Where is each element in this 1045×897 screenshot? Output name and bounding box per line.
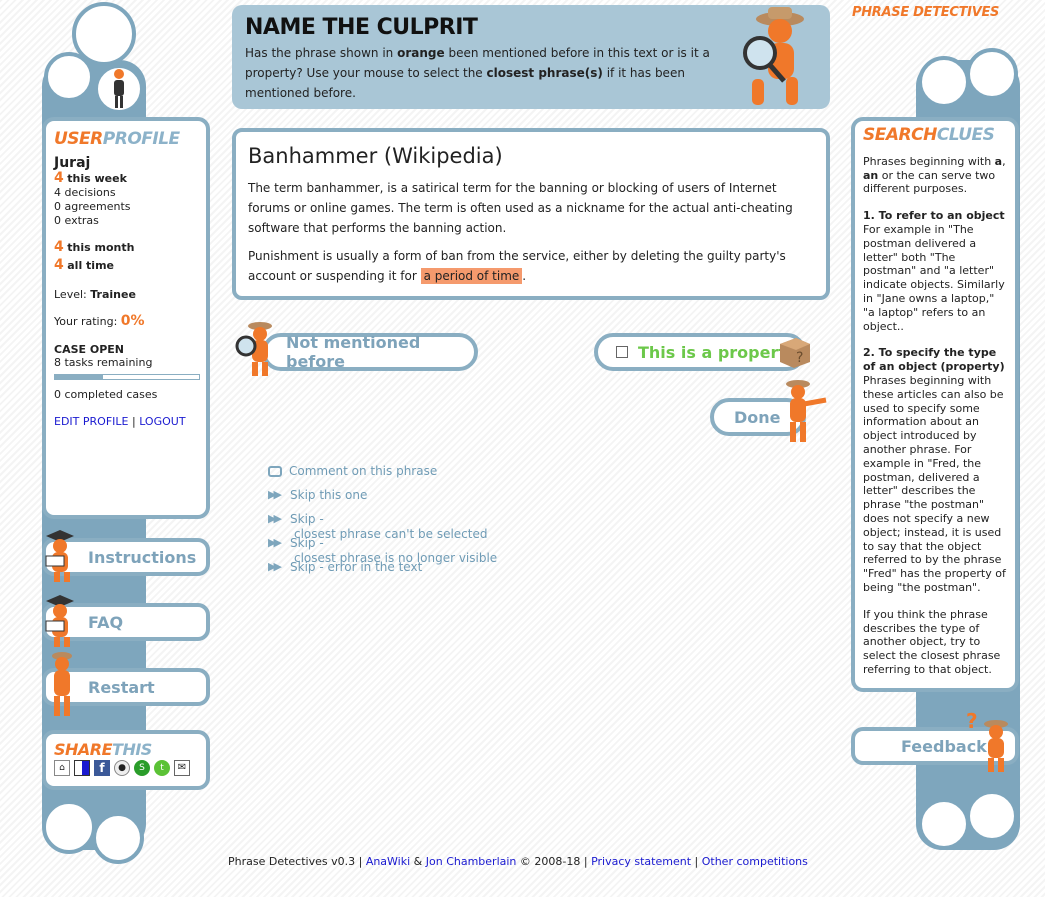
not-mentioned-button[interactable]: Not mentioned before (262, 333, 478, 371)
footer: Phrase Detectives v0.3 | AnaWiki & Jon C… (228, 855, 808, 868)
extras-stat: 0 extras (54, 214, 99, 227)
search-clues-title: SEARCHCLUES (863, 125, 995, 145)
other-competitions-link[interactable]: Other competitions (702, 855, 808, 868)
logout-link[interactable]: LOGOUT (139, 415, 185, 428)
clues-heading-1: 1. To refer to an object (863, 209, 1005, 223)
user-name: Juraj (54, 155, 91, 171)
task-title: NAME THE CULPRIT (245, 15, 478, 40)
task-header: NAME THE CULPRIT Has the phrase shown in… (232, 5, 830, 109)
user-profile-title: USERPROFILE (54, 129, 180, 149)
jon-chamberlain-link[interactable]: Jon Chamberlain (426, 855, 517, 868)
document-title: Banhammer (Wikipedia) (248, 144, 503, 168)
rating: Your rating: 0% (54, 313, 145, 329)
detective-magnifier-icon (234, 320, 280, 381)
reddit-icon[interactable]: ● (114, 760, 130, 776)
facebook-icon[interactable]: f (94, 760, 110, 776)
completed-cases: 0 completed cases (54, 388, 158, 401)
delicious-icon[interactable] (74, 760, 90, 776)
decor-bubble (92, 812, 144, 864)
document-paragraph[interactable]: The term banhammer, is a satirical term … (248, 178, 814, 238)
svg-text:?: ? (796, 350, 803, 366)
done-label: Done (734, 407, 781, 427)
property-label: This is a property (638, 342, 797, 362)
detective-question-icon: ? (962, 709, 1018, 777)
double-arrow-icon: ▶▶ (268, 488, 282, 501)
case-progress-fill (55, 375, 103, 379)
decisions-stat: 4 decisions (54, 186, 116, 199)
comment-link[interactable]: Comment on this phrase (268, 464, 437, 478)
property-checkbox[interactable] (616, 346, 628, 358)
clues-text-2: Phrases beginning with these articles ca… (863, 373, 1006, 594)
case-status: CASE OPEN (54, 343, 124, 356)
alltime-stat: 4 all time (54, 257, 114, 273)
clues-intro: Phrases beginning with a, an or the can … (863, 154, 1006, 196)
clues-text-1: For example in "The postman delivered a … (863, 222, 1005, 333)
graduate-reading-icon (42, 591, 86, 652)
decor-bubble (42, 800, 96, 854)
agreements-stat: 0 agreements (54, 200, 131, 213)
profile-links: EDIT PROFILE | LOGOUT (54, 415, 186, 428)
decor-bubble (966, 48, 1018, 100)
site-logo[interactable]: PHRASE DETECTIVES (852, 5, 999, 20)
share-panel: SHARETHIS ⌂ f ● S t ✉ (42, 730, 210, 790)
target-phrase[interactable]: a period of time (420, 268, 523, 284)
week-stat: 4 this week (54, 170, 127, 186)
share-title: SHARETHIS (54, 740, 152, 759)
share-icons: ⌂ f ● S t ✉ (54, 760, 198, 776)
clues-text-3: If you think the phrase describes the ty… (863, 607, 1001, 676)
case-progress-bar (54, 374, 200, 380)
restart-label: Restart (88, 677, 155, 697)
avatar (110, 68, 128, 110)
not-mentioned-label: Not mentioned before (286, 333, 421, 371)
technorati-icon[interactable]: t (154, 760, 170, 776)
detective-pointing-icon (780, 378, 830, 449)
privacy-link[interactable]: Privacy statement (591, 855, 691, 868)
double-arrow-icon: ▶▶ (268, 560, 282, 573)
document-paragraph[interactable]: Punishment is usually a form of ban from… (248, 246, 814, 286)
box-icon: ? (776, 334, 812, 373)
comment-icon (268, 466, 282, 477)
skip-this-one-link[interactable]: ▶▶ Skip this one (268, 488, 367, 502)
decor-bubble (966, 790, 1018, 842)
detective-standing-icon (48, 650, 78, 721)
task-instructions: Has the phrase shown in orange been ment… (245, 46, 710, 100)
clues-heading-2: 2. To specify the type of an object (pro… (863, 346, 1005, 374)
instructions-label: Instructions (88, 547, 197, 567)
svg-text:?: ? (966, 710, 978, 733)
tasks-remaining: 8 tasks remaining (54, 356, 153, 369)
level: Level: Trainee (54, 288, 136, 301)
user-profile-panel: USERPROFILE Juraj 4 this week 4 decision… (42, 117, 210, 519)
detective-magnifier-figure (732, 5, 822, 112)
stumbleupon-icon[interactable]: S (134, 760, 150, 776)
decor-bubble (918, 798, 970, 850)
email-icon[interactable]: ✉ (174, 760, 190, 776)
decor-bubble (918, 56, 970, 108)
search-clues-panel: SEARCHCLUES Phrases beginning with a, an… (851, 117, 1019, 692)
skip-error-link[interactable]: ▶▶ Skip - error in the text (268, 560, 422, 574)
digg-icon[interactable]: ⌂ (54, 760, 70, 776)
graduate-reading-icon (42, 526, 86, 587)
edit-profile-link[interactable]: EDIT PROFILE (54, 415, 128, 428)
property-button[interactable]: This is a property (594, 333, 806, 371)
decor-bubble (44, 52, 94, 102)
anawiki-link[interactable]: AnaWiki (366, 855, 410, 868)
faq-label: FAQ (88, 612, 124, 632)
document-panel: Banhammer (Wikipedia) The term banhammer… (232, 128, 830, 300)
month-stat: 4 this month (54, 239, 135, 255)
